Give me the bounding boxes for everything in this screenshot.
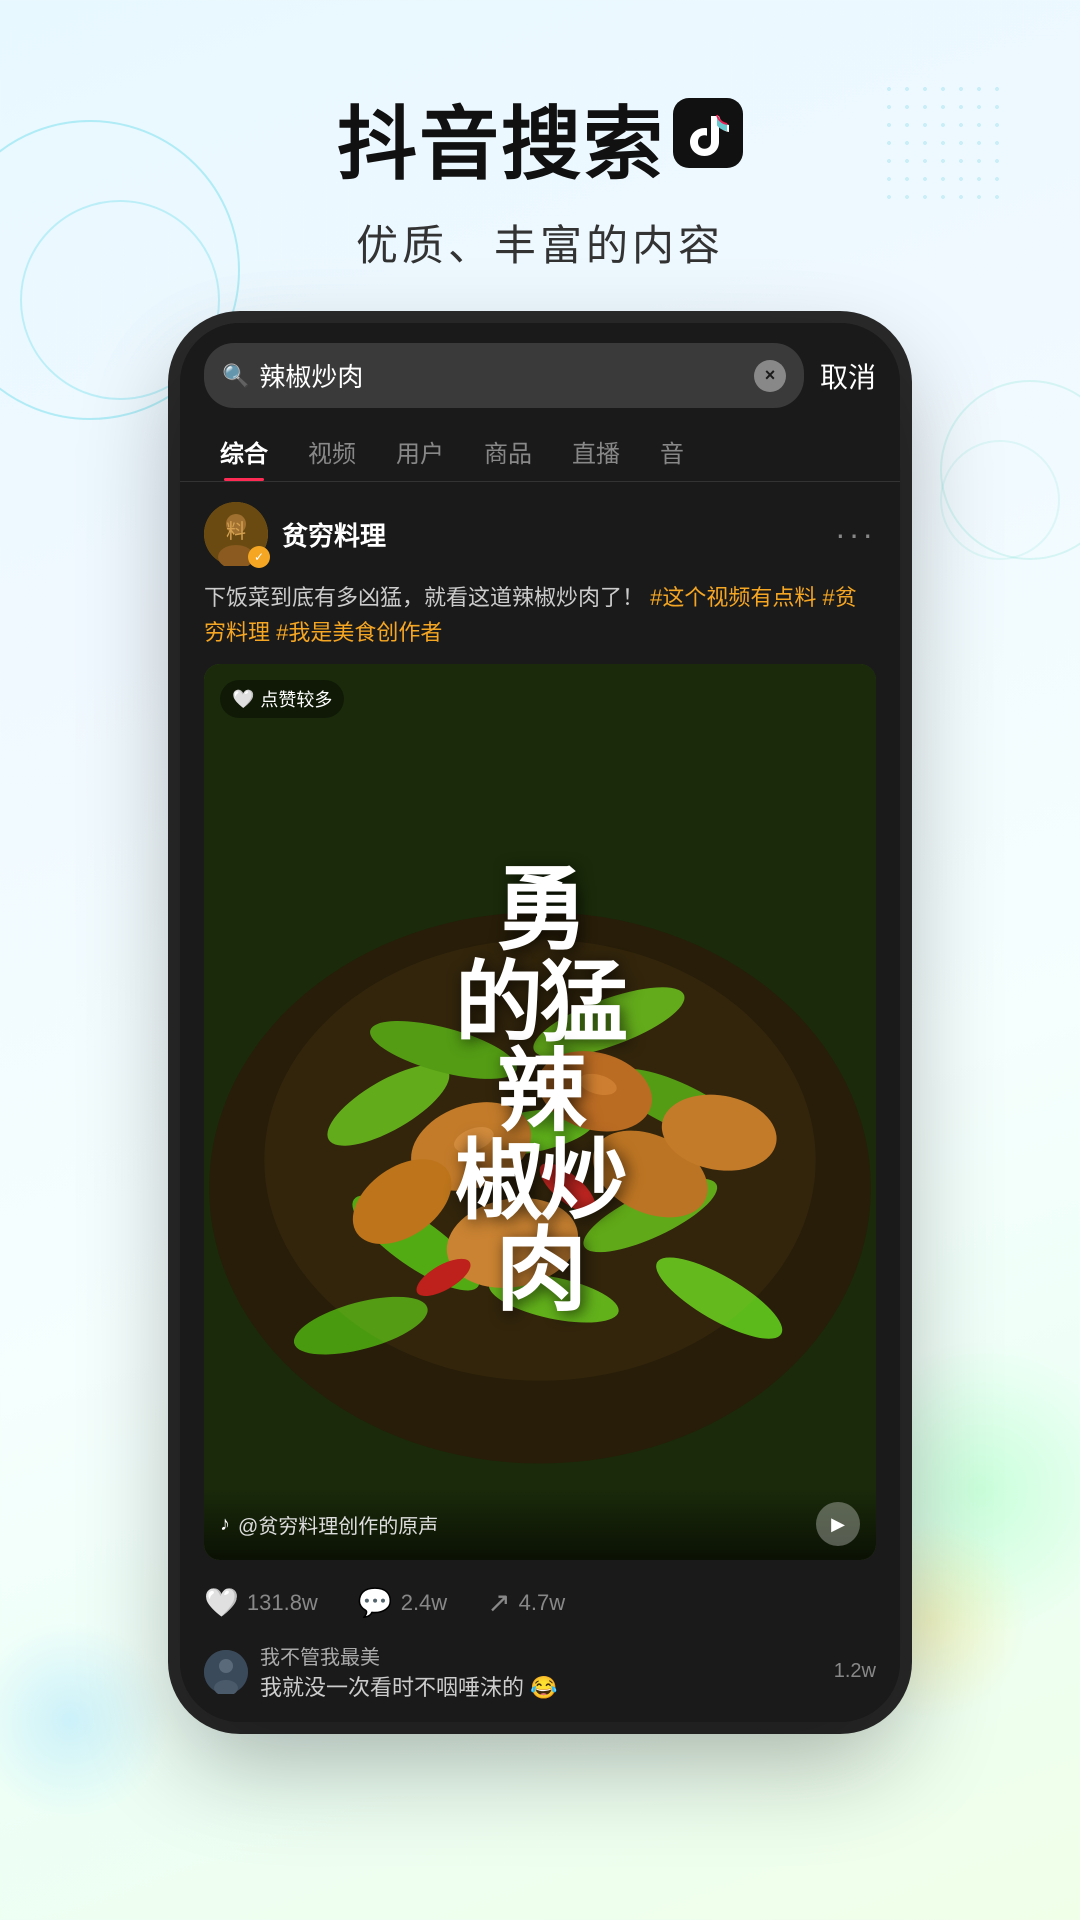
like-badge-label: 点赞较多 [260, 686, 332, 712]
post-desc-text: 下饭菜到底有多凶猛，就看这道辣椒炒肉了！ [204, 585, 644, 610]
comment-text-wrap: 我不管我最美 我就没一次看时不咽唾沫的 😂 [260, 1641, 558, 1702]
verified-badge: ✓ [248, 546, 270, 568]
search-icon: 🔍 [222, 363, 249, 389]
calligraphy-text: 勇 [455, 862, 625, 959]
search-clear-button[interactable]: × [754, 360, 786, 392]
comment-icon: 💬 [358, 1586, 393, 1619]
search-query-text: 辣椒炒肉 [259, 357, 744, 394]
like-count: 131.8w [247, 1590, 318, 1616]
phone-mockup: 🔍 辣椒炒肉 × 取消 综合 视频 用户 商品 直播 音 [180, 323, 900, 1722]
like-badge: 🤍 点赞较多 [220, 680, 344, 718]
tab-音[interactable]: 音 [640, 420, 704, 481]
tab-用户[interactable]: 用户 [376, 420, 464, 481]
search-input-wrapper[interactable]: 🔍 辣椒炒肉 × [204, 343, 804, 408]
title-row: 抖音搜索 [337, 80, 743, 196]
play-button[interactable]: ▶ [816, 1502, 860, 1546]
tiktok-logo-icon [673, 98, 743, 168]
like-interaction[interactable]: 🤍 131.8w [204, 1586, 318, 1619]
app-title: 抖音搜索 [337, 80, 665, 196]
page-container: 抖音搜索 优质、丰富的内容 🔍 辣椒炒肉 × 取消 综合 [0, 0, 1080, 1722]
search-cancel-button[interactable]: 取消 [820, 356, 876, 396]
like-badge-heart-icon: 🤍 [232, 689, 254, 710]
svg-text:料: 料 [226, 520, 246, 543]
content-area: 料 ✓ 贫穷料理 ··· 下饭菜到底有多凶猛，就看这道辣椒炒肉了！ #这个视频有… [180, 482, 900, 1722]
hashtag-1[interactable]: #这个视频有点料 [650, 585, 816, 610]
app-subtitle: 优质、丰富的内容 [337, 212, 743, 273]
comment-text: 我就没一次看时不咽唾沫的 😂 [260, 1670, 558, 1702]
post-header: 料 ✓ 贫穷料理 ··· [204, 502, 876, 566]
comment-count: 2.4w [401, 1590, 447, 1616]
share-icon: ↗ [487, 1586, 510, 1619]
commenter-name: 我不管我最美 [260, 1641, 558, 1670]
more-options-button[interactable]: ··· [835, 516, 876, 553]
tiktok-small-icon: ♪ [220, 1513, 230, 1536]
interaction-bar: 🤍 131.8w 💬 2.4w ↗ 4.7w [204, 1578, 876, 1633]
calligraphy-text-3: 辣 [455, 1047, 625, 1137]
share-interaction[interactable]: ↗ 4.7w [487, 1586, 565, 1619]
video-bottom-bar: ♪ @贫穷料理创作的原声 ▶ [204, 1488, 876, 1560]
video-container[interactable]: 勇 的猛 辣 椒炒 肉 🤍 点赞较多 [204, 664, 876, 1560]
video-source-text: @贫穷料理创作的原声 [238, 1510, 438, 1539]
post-user: 料 ✓ 贫穷料理 [204, 502, 386, 566]
comment-interaction[interactable]: 💬 2.4w [358, 1586, 447, 1619]
calligraphy-text-4: 椒炒 [455, 1137, 625, 1225]
video-thumbnail: 勇 的猛 辣 椒炒 肉 🤍 点赞较多 [204, 664, 876, 1560]
tab-商品[interactable]: 商品 [464, 420, 552, 481]
commenter-avatar [204, 1650, 248, 1694]
comment-likes: 1.2w [834, 1660, 876, 1683]
tab-综合[interactable]: 综合 [200, 420, 288, 481]
tab-视频[interactable]: 视频 [288, 420, 376, 481]
calligraphy-text-2: 的猛 [455, 959, 625, 1047]
post-description: 下饭菜到底有多凶猛，就看这道辣椒炒肉了！ #这个视频有点料 #贫穷料理 #我是美… [204, 580, 876, 650]
calligraphy-text-5: 肉 [455, 1225, 625, 1317]
tab-bar: 综合 视频 用户 商品 直播 音 [180, 420, 900, 482]
video-source-info: ♪ @贫穷料理创作的原声 [220, 1510, 438, 1539]
share-count: 4.7w [519, 1590, 565, 1616]
search-bar-area: 🔍 辣椒炒肉 × 取消 [180, 323, 900, 420]
header-section: 抖音搜索 优质、丰富的内容 [337, 80, 743, 273]
tab-直播[interactable]: 直播 [552, 420, 640, 481]
avatar: 料 ✓ [204, 502, 268, 566]
like-icon: 🤍 [204, 1586, 239, 1619]
username[interactable]: 贫穷料理 [282, 516, 386, 553]
post-card: 料 ✓ 贫穷料理 ··· 下饭菜到底有多凶猛，就看这道辣椒炒肉了！ #这个视频有… [204, 502, 876, 1702]
commenter-avatar-image [204, 1650, 248, 1694]
hashtag-3[interactable]: #我是美食创作者 [276, 620, 442, 645]
comment-preview: 我不管我最美 我就没一次看时不咽唾沫的 😂 1.2w [204, 1633, 876, 1702]
video-calligraphy-overlay: 勇 的猛 辣 椒炒 肉 [204, 664, 876, 1560]
